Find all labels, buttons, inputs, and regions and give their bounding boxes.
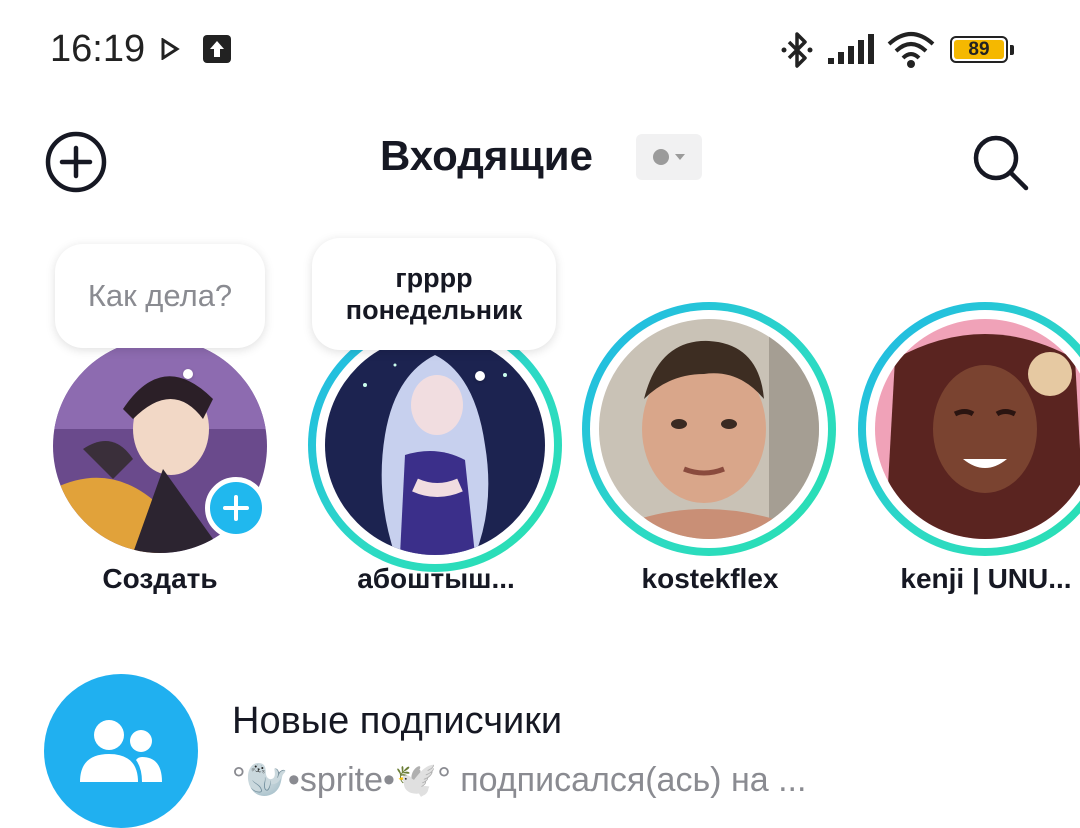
note-placeholder: Как дела?	[87, 278, 233, 313]
add-button[interactable]	[44, 130, 108, 199]
story-item[interactable]: kenji | UNU...	[838, 232, 1080, 612]
note-bubble[interactable]: Как дела?	[55, 244, 265, 348]
status-dot-icon	[653, 149, 669, 165]
chevron-down-icon	[675, 154, 685, 160]
story-name: kenji | UNU...	[900, 563, 1072, 594]
search-button[interactable]	[968, 132, 1032, 196]
add-story-button[interactable]	[205, 477, 267, 539]
list-item-title: Новые подписчики	[232, 700, 563, 742]
signal-icon	[826, 34, 876, 71]
story-create[interactable]: Как дела? Создать	[20, 232, 300, 612]
search-icon	[968, 130, 1032, 199]
avatar[interactable]	[325, 335, 545, 555]
battery-icon: 89	[950, 36, 1014, 63]
plus-icon	[223, 495, 249, 521]
story-name: абоштыш...	[357, 563, 515, 594]
page-title: Входящие	[380, 132, 593, 179]
bubble-tail-dot	[475, 371, 485, 381]
stories-row: Как дела? Создать грррр понедельник абош…	[0, 232, 1080, 612]
avatar[interactable]	[875, 319, 1080, 539]
upload-notification-icon	[202, 34, 232, 69]
status-time: 16:19	[50, 28, 146, 70]
inbox-header: Входящие	[0, 110, 1080, 200]
avatar[interactable]	[599, 319, 819, 539]
play-notification-icon	[160, 37, 180, 65]
list-item-subtitle: °🦭•sprite•🕊️° подписался(ась) на ...	[232, 761, 807, 799]
online-status-toggle[interactable]	[636, 134, 702, 180]
note-bubble[interactable]: грррр понедельник	[312, 238, 556, 350]
story-name: kostekflex	[641, 563, 779, 594]
new-followers-avatar	[44, 674, 198, 828]
wifi-icon	[886, 30, 936, 75]
new-followers-item[interactable]: Новые подписчики °🦭•sprite•🕊️° подписалс…	[0, 660, 1080, 828]
add-circle-icon	[44, 130, 108, 199]
status-bar: 16:19 89	[0, 0, 1080, 100]
people-icon	[80, 720, 162, 782]
battery-level: 89	[968, 39, 990, 60]
bluetooth-icon	[780, 30, 814, 75]
note-text: грррр понедельник	[345, 263, 523, 325]
story-name: Создать	[102, 563, 218, 594]
bubble-tail-dot	[183, 369, 193, 379]
story-item[interactable]: грррр понедельник абоштыш...	[296, 232, 576, 612]
story-item[interactable]: kostekflex	[570, 232, 850, 612]
